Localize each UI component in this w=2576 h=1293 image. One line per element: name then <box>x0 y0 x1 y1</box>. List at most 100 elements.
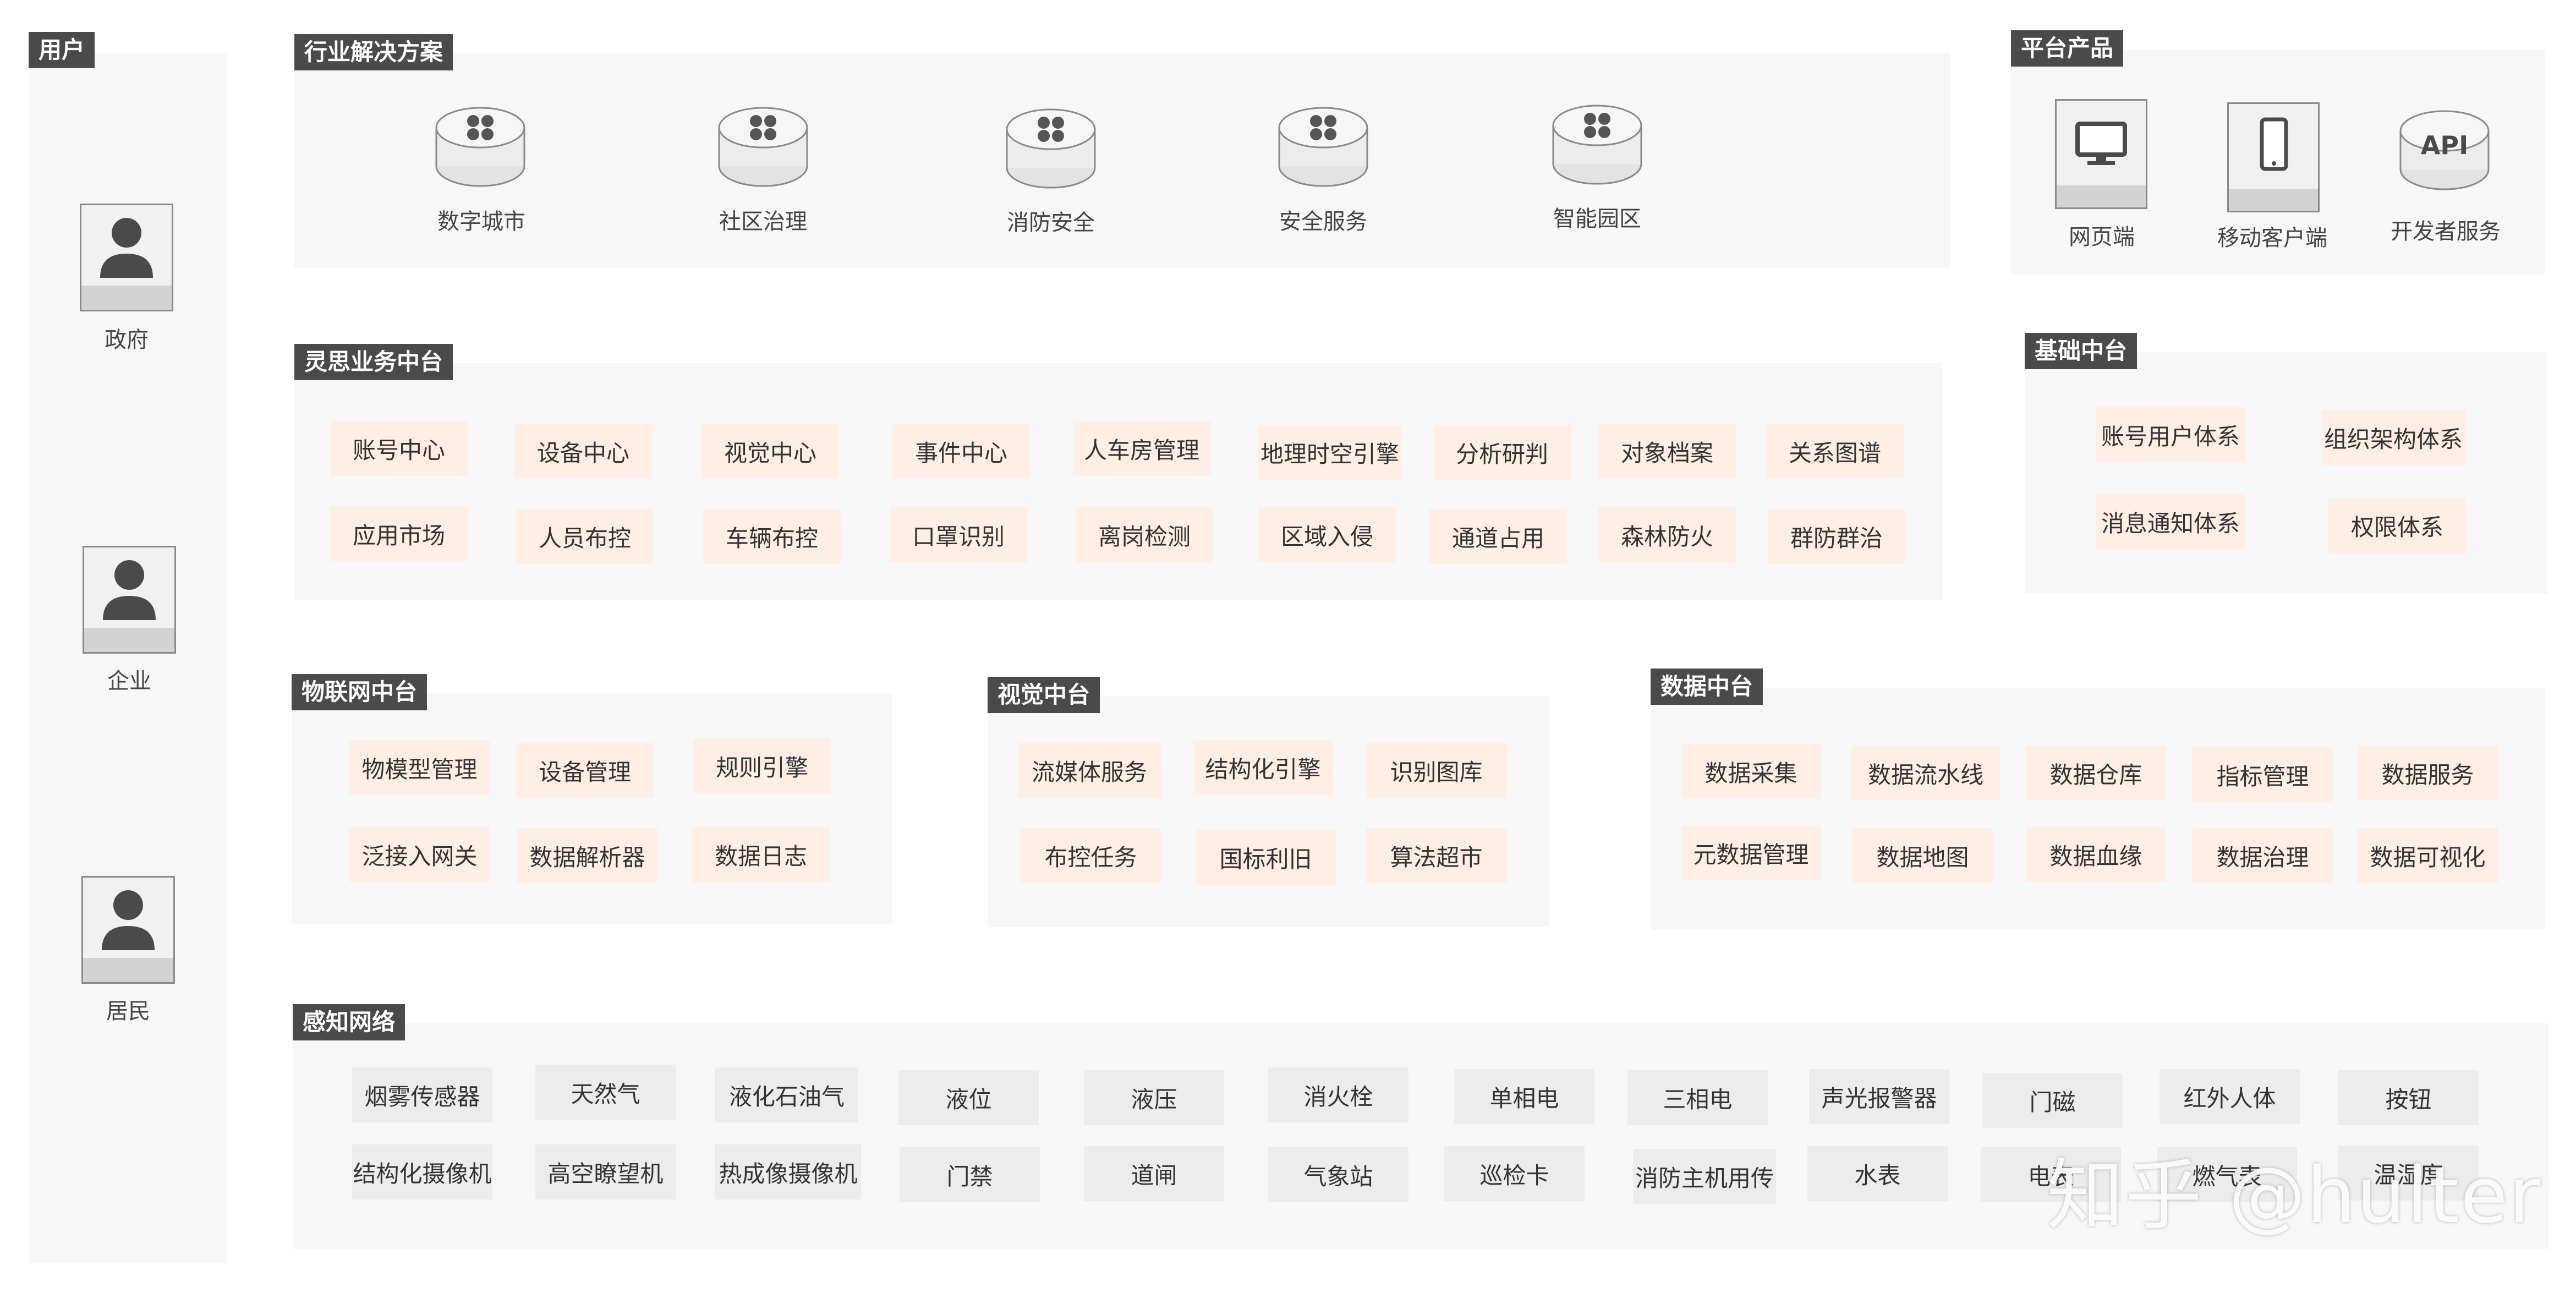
sensor-chip: 结构化摄像机 <box>352 1144 492 1199</box>
data-panel <box>1651 688 2545 930</box>
foundation-chip: 消息通知体系 <box>2096 494 2245 549</box>
sensor-chip: 红外人体 <box>2160 1069 2300 1124</box>
data-title: 数据中台 <box>1651 669 1763 705</box>
user-label-resident: 居民 <box>106 999 150 1024</box>
monitor-icon <box>2075 122 2127 165</box>
business-chip: 群防群治 <box>1768 509 1905 564</box>
business-chip: 地理时空引擎 <box>1258 425 1401 480</box>
person-icon <box>102 890 155 950</box>
data-chip: 数据治理 <box>2193 828 2333 883</box>
sensor-chip: 热成像摄像机 <box>715 1144 861 1199</box>
users-title: 用户 <box>29 32 95 68</box>
business-chip: 事件中心 <box>892 424 1030 479</box>
phone-icon <box>2260 117 2288 171</box>
vision-chip: 识别图库 <box>1366 743 1506 798</box>
foundation-title: 基础中台 <box>2025 333 2137 369</box>
sensor-chip: 天然气 <box>535 1065 676 1120</box>
data-chip: 数据流水线 <box>1851 746 2000 801</box>
data-chip: 数据血缘 <box>2026 827 2166 882</box>
solution-label: 社区治理 <box>719 209 807 234</box>
platform-label: 网页端 <box>2069 224 2135 250</box>
business-chip: 账号中心 <box>330 421 468 476</box>
sensor-chip: 巡检卡 <box>1444 1146 1585 1201</box>
business-chip: 人员布控 <box>516 509 654 564</box>
iot-title: 物联网中台 <box>292 674 427 710</box>
iot-chip: 数据解析器 <box>517 828 657 883</box>
enterprise-avatar <box>83 546 176 654</box>
vision-chip: 算法超市 <box>1366 828 1506 883</box>
solution-label: 数字城市 <box>437 209 525 234</box>
vision-panel <box>988 696 1549 927</box>
solution-label: 智能园区 <box>1553 206 1641 232</box>
solution-disc-icon <box>1006 108 1096 189</box>
data-chip: 指标管理 <box>2193 747 2333 802</box>
foundation-chip: 组织架构体系 <box>2322 410 2465 465</box>
business-chip: 离岗检测 <box>1076 507 1213 562</box>
data-chip: 元数据管理 <box>1681 825 1821 880</box>
api-disc-icon: API <box>2399 110 2490 190</box>
iot-chip: 泛接入网关 <box>349 827 490 882</box>
industry-title: 行业解决方案 <box>294 34 453 70</box>
vision-chip: 结构化引擎 <box>1193 740 1333 795</box>
sensor-chip: 消防主机用传 <box>1633 1149 1776 1204</box>
api-text: API <box>2421 130 2468 160</box>
user-label-government: 政府 <box>105 327 149 353</box>
sensor-chip: 道闸 <box>1084 1146 1224 1201</box>
foundation-panel <box>2025 352 2547 594</box>
iot-chip: 数据日志 <box>692 827 830 882</box>
sensor-chip: 水表 <box>1807 1146 1948 1201</box>
platform-title: 平台产品 <box>2011 30 2124 67</box>
data-chip: 数据可视化 <box>2358 828 2498 883</box>
business-chip: 关系图谱 <box>1766 424 1904 479</box>
sensor-chip: 门禁 <box>900 1147 1040 1202</box>
sensing-title: 感知网络 <box>293 1004 405 1040</box>
sensor-chip: 高空瞭望机 <box>535 1144 676 1199</box>
iot-chip: 规则引擎 <box>693 738 831 793</box>
iot-chip: 设备管理 <box>516 743 654 798</box>
sensor-chip: 烟雾传感器 <box>352 1067 492 1122</box>
sensor-chip: 液化石油气 <box>715 1067 858 1122</box>
solution-disc-icon <box>1278 107 1368 187</box>
business-chip: 视觉中心 <box>701 424 839 479</box>
foundation-chip: 权限体系 <box>2328 498 2466 553</box>
iot-chip: 物模型管理 <box>349 740 490 795</box>
watermark: 知乎 @hulter <box>2047 1151 2542 1241</box>
business-title: 灵思业务中台 <box>294 344 453 380</box>
business-chip: 人车房管理 <box>1073 421 1210 476</box>
business-chip: 应用市场 <box>330 506 468 561</box>
sensor-chip: 消火栓 <box>1268 1067 1408 1122</box>
business-chip: 对象档案 <box>1598 424 1736 479</box>
iot-panel <box>292 693 892 924</box>
platform-label: 移动客户端 <box>2217 226 2327 251</box>
platform-label: 开发者服务 <box>2391 219 2501 244</box>
business-chip: 车辆布控 <box>703 509 841 564</box>
solution-label: 安全服务 <box>1279 209 1367 234</box>
business-chip: 分析研判 <box>1433 425 1571 480</box>
sensor-chip: 液位 <box>898 1070 1039 1125</box>
business-panel <box>294 363 1942 600</box>
sensor-chip: 单相电 <box>1454 1069 1594 1124</box>
sensor-chip: 声光报警器 <box>1809 1069 1949 1124</box>
person-icon <box>103 560 156 620</box>
vision-title: 视觉中台 <box>988 677 1100 713</box>
government-avatar <box>80 204 173 311</box>
sensor-chip: 气象站 <box>1268 1147 1408 1202</box>
business-chip: 口罩识别 <box>890 507 1027 562</box>
vision-chip: 流媒体服务 <box>1018 743 1161 798</box>
data-chip: 数据地图 <box>1852 828 1993 883</box>
vision-chip: 布控任务 <box>1021 828 1161 883</box>
solution-label: 消防安全 <box>1007 210 1095 235</box>
business-chip: 森林防火 <box>1598 507 1736 562</box>
foundation-chip: 账号用户体系 <box>2096 407 2245 462</box>
user-label-enterprise: 企业 <box>107 669 151 694</box>
sensor-chip: 液压 <box>1084 1070 1224 1125</box>
vision-chip: 国标利旧 <box>1196 830 1336 885</box>
data-chip: 数据仓库 <box>2026 746 2166 801</box>
web-device <box>2055 99 2147 209</box>
business-chip: 区域入侵 <box>1258 507 1396 562</box>
sensor-chip: 门磁 <box>1982 1073 2123 1128</box>
data-chip: 数据服务 <box>2358 746 2498 801</box>
business-chip: 设备中心 <box>514 424 652 479</box>
sensor-chip: 三相电 <box>1627 1070 1768 1125</box>
sensor-chip: 按钮 <box>2338 1070 2479 1125</box>
